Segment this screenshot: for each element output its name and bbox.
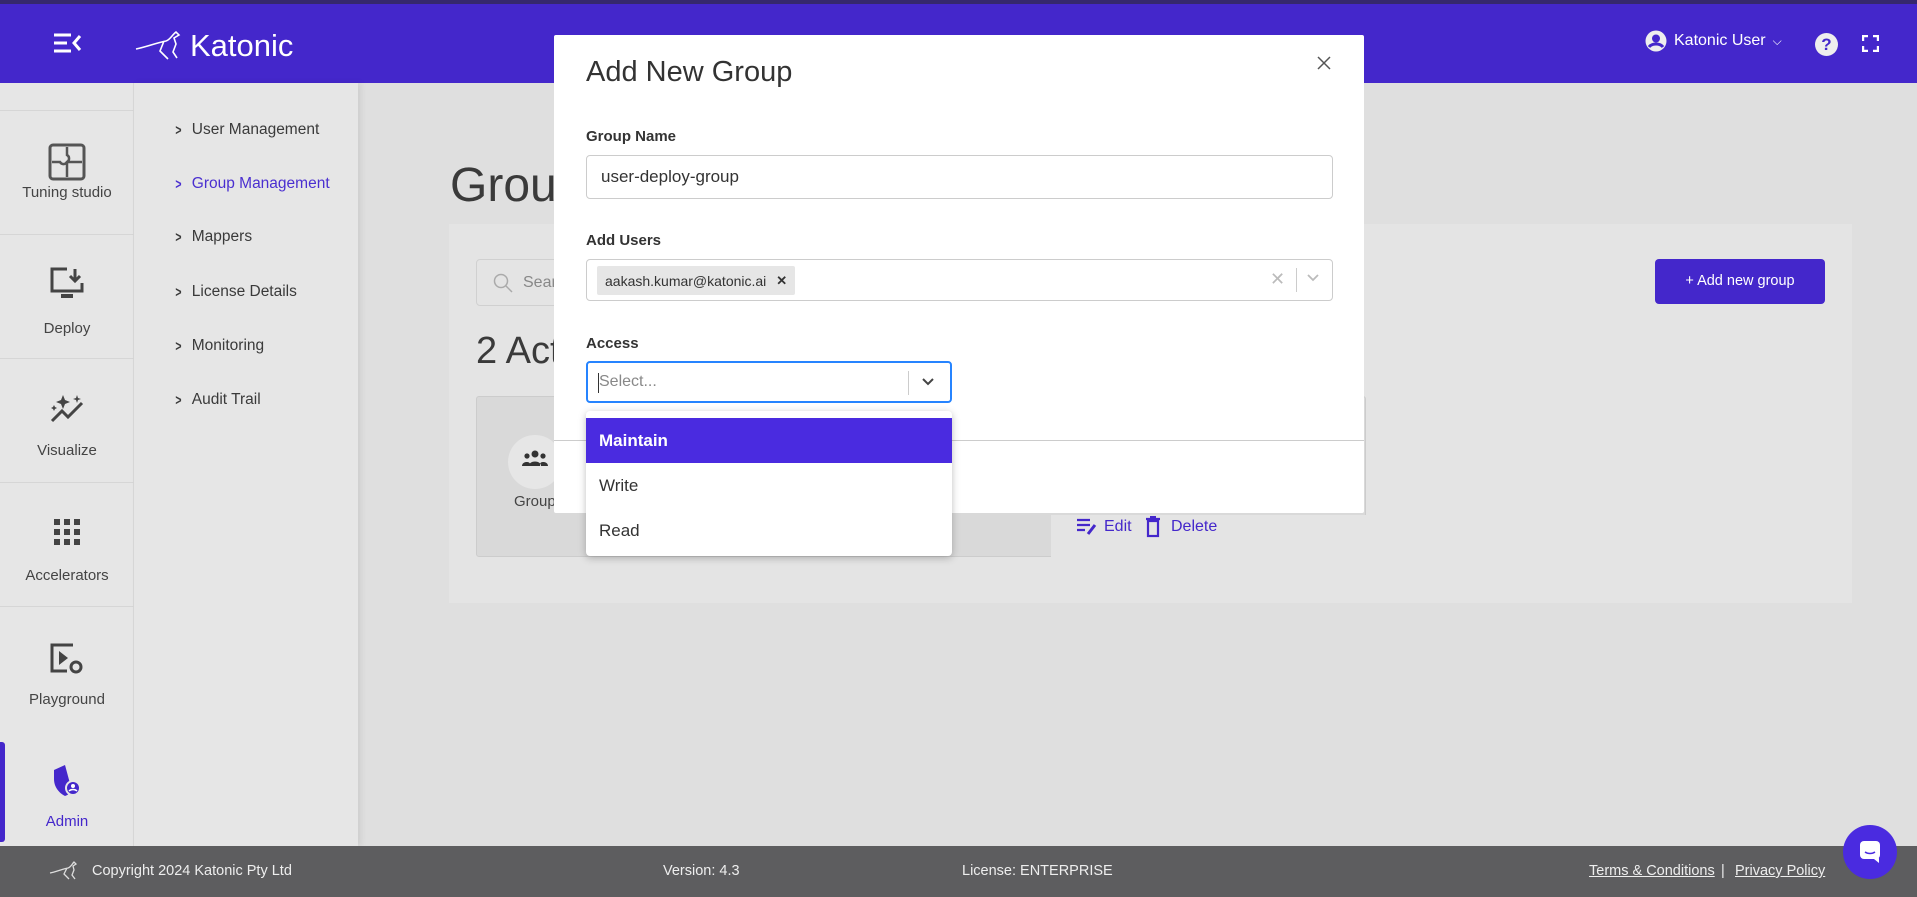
icon-sidebar: Tuning studio Deploy Visualize Accelerat… [0,83,134,846]
search-icon [493,273,513,293]
sidebar-toggle-icon[interactable] [52,32,82,56]
user-avatar-icon [1645,30,1667,52]
sidebar-label: Admin [45,813,89,830]
chevron-right-icon: > [175,228,182,246]
remove-user-icon[interactable]: ✕ [776,273,787,289]
group-name-input[interactable]: user-deploy-group [586,155,1333,199]
chevron-down-icon: ⌵ [1772,33,1782,48]
copyright-text: Copyright 2024 Katonic Pty Ltd [92,863,292,879]
puzzle-icon [48,143,86,181]
chevron-down-icon[interactable] [920,374,936,395]
option-write[interactable]: Write [586,463,952,508]
delete-button[interactable]: Delete [1145,516,1217,538]
active-groups-count: 2 Act [476,330,561,372]
trash-icon [1146,516,1160,538]
chevron-right-icon: > [175,391,182,409]
privacy-link[interactable]: Privacy Policy [1735,863,1825,879]
version-text: Version: 4.3 [663,863,740,879]
nav-group-management[interactable]: > Group Management [174,175,330,193]
option-read[interactable]: Read [586,508,952,553]
user-name: Katonic User [1674,32,1766,49]
nav-label: User Management [191,121,320,138]
admin-sub-nav: > User Management > Group Management > Mapp… [134,83,358,846]
page-title: Grou [450,159,557,212]
grid-icon [54,519,80,545]
modal-title: Add New Group [586,56,793,88]
nav-label: Group Management [191,175,330,192]
chat-icon [1860,841,1880,863]
access-select[interactable]: Select... [586,361,952,403]
group-label: Group [514,493,556,510]
nav-audit-trail[interactable]: > Audit Trail [174,391,261,409]
user-chip: aakash.kumar@katonic.ai ✕ [597,266,796,295]
play-settings-icon [50,643,83,674]
user-menu[interactable]: Katonic User ⌵ [1645,30,1782,52]
sidebar-item-playground[interactable]: Playground [0,606,134,730]
option-maintain[interactable]: Maintain [586,418,952,463]
user-chip-label: aakash.kumar@katonic.ai [605,272,767,289]
chevron-right-icon: > [175,337,182,355]
search-placeholder: Sear [523,273,557,291]
sidebar-label: Tuning studio [22,184,112,201]
brand-name: Katonic [190,28,294,63]
nav-license-details[interactable]: > License Details [174,283,297,301]
access-placeholder: Select... [599,373,657,390]
access-options-menu: Maintain Write Read [586,411,952,556]
nav-label: Monitoring [191,337,265,354]
add-users-select[interactable]: aakash.kumar@katonic.ai ✕ ✕ [586,259,1333,301]
edit-label: Edit [1104,518,1132,535]
access-label: Access [586,335,639,352]
sidebar-label: Visualize [37,442,97,459]
add-new-group-button[interactable]: + Add new group [1655,259,1825,304]
footer-logo-icon [49,859,85,885]
edit-button[interactable]: Edit [1076,518,1132,536]
katonic-logo[interactable]: Katonic [134,26,293,66]
nav-label: Mappers [191,228,253,245]
nav-mappers[interactable]: > Mappers [174,228,252,246]
select-separator [908,371,909,395]
group-name-label: Group Name [586,128,677,145]
select-separator [1296,268,1297,292]
fullscreen-icon[interactable] [1861,34,1880,57]
sidebar-label: Playground [29,691,105,708]
clear-all-icon[interactable]: ✕ [1270,269,1285,290]
edit-icon [1077,518,1097,535]
nav-label: License Details [191,283,297,300]
sidebar-item-admin[interactable]: Admin [0,730,134,854]
add-users-label: Add Users [586,232,662,249]
sidebar-label: Deploy [43,320,91,337]
sparkle-chart-icon [50,395,84,423]
chat-launcher-button[interactable] [1843,825,1897,879]
sidebar-item-accelerators[interactable]: Accelerators [0,482,134,606]
sidebar-item-deploy[interactable]: Deploy [0,234,134,358]
delete-label: Delete [1171,518,1218,535]
shield-user-icon [54,765,81,796]
terms-link[interactable]: Terms & Conditions [1589,863,1715,879]
chevron-right-icon: > [175,175,182,193]
chevron-right-icon: > [175,121,182,139]
kangaroo-logo-icon [135,30,181,60]
nav-user-management[interactable]: > User Management [174,121,319,139]
chevron-down-icon[interactable] [1305,269,1321,290]
monitor-download-icon [50,267,84,298]
nav-label: Audit Trail [191,391,261,408]
users-group-icon [522,450,548,466]
footer: Copyright 2024 Katonic Pty Ltd Version: … [0,846,1917,897]
sidebar-item-tuning-studio[interactable]: Tuning studio [0,110,134,234]
help-icon[interactable]: ? [1815,33,1838,56]
license-text: License: ENTERPRISE [962,863,1113,879]
sidebar-item-visualize[interactable]: Visualize [0,358,134,482]
nav-monitoring[interactable]: > Monitoring [174,337,264,355]
sidebar-label: Accelerators [25,567,109,584]
footer-separator: | [1721,863,1725,879]
chevron-right-icon: > [175,283,182,301]
close-icon[interactable] [1316,55,1332,76]
group-name-value: user-deploy-group [601,167,739,186]
